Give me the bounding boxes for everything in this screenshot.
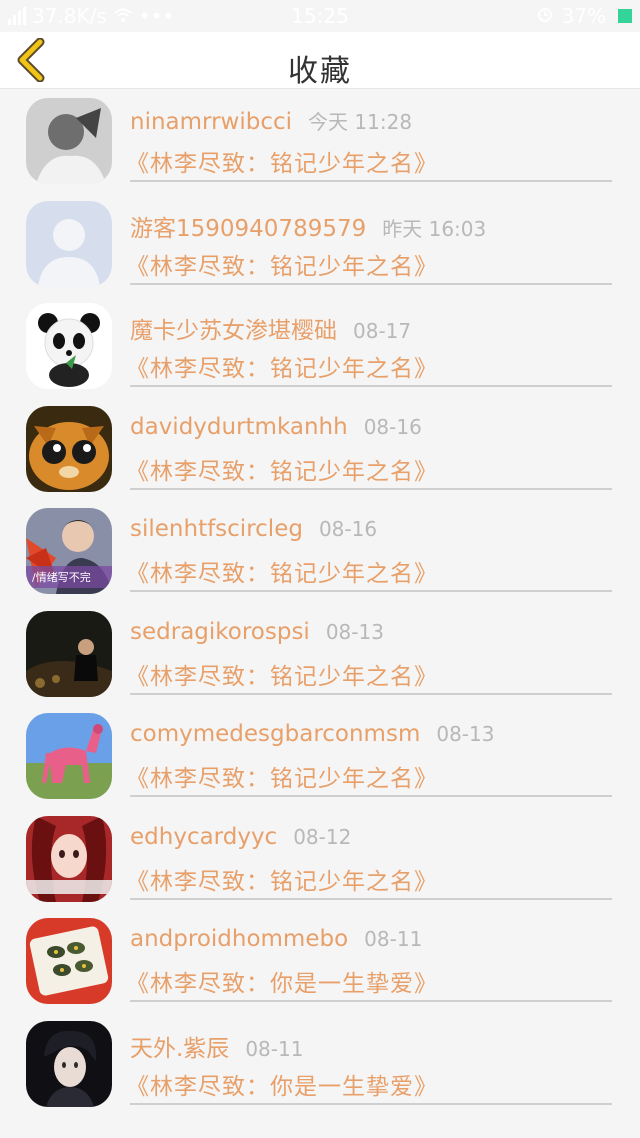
book-title[interactable]: 《林李尽致：铭记少年之名》 <box>126 452 438 486</box>
list-item[interactable]: sedragikorospsi 08-13 《林李尽致：铭记少年之名》 <box>0 609 640 712</box>
list-item[interactable]: edhycardyyc 08-12 《林李尽致：铭记少年之名》 <box>0 814 640 917</box>
book-title[interactable]: 《林李尽致：铭记少年之名》 <box>126 759 438 793</box>
avatar[interactable]: /情绪写不完 <box>26 508 112 594</box>
avatar[interactable] <box>26 98 112 184</box>
user-name[interactable]: 魔卡少苏女渗堪樱础 <box>130 311 337 345</box>
list-item[interactable]: andproidhommebo 08-11 《林李尽致：你是一生挚爱》 <box>0 916 640 1019</box>
user-name[interactable]: 天外.紫辰 <box>130 1029 229 1063</box>
divider <box>130 1102 612 1105</box>
book-title[interactable]: 《林李尽致：铭记少年之名》 <box>126 247 438 281</box>
favorite-time: 08-16 <box>363 414 422 439</box>
user-name[interactable]: comymedesgbarconmsm <box>130 721 420 747</box>
divider <box>130 897 612 900</box>
divider <box>130 487 612 490</box>
nav-bar: 收藏 <box>0 32 640 89</box>
avatar[interactable] <box>26 815 112 902</box>
avatar[interactable] <box>26 405 112 492</box>
avatar-caption: /情绪写不完 <box>32 570 91 584</box>
divider <box>130 795 612 797</box>
avatar[interactable] <box>26 1020 112 1107</box>
user-name[interactable]: edhycardyyc <box>130 824 277 850</box>
avatar[interactable] <box>26 610 112 697</box>
book-title[interactable]: 《林李尽致：铭记少年之名》 <box>126 144 438 178</box>
list-item[interactable]: 游客1590940789579 昨天 16:03 《林李尽致：铭记少年之名》 <box>0 199 640 302</box>
user-name[interactable]: andproidhommebo <box>130 926 348 952</box>
divider <box>130 385 612 387</box>
favorite-time: 昨天 16:03 <box>382 216 487 241</box>
list-item[interactable]: 天外.紫辰 08-11 《林李尽致：你是一生挚爱》 <box>0 1019 640 1122</box>
favorite-time: 08-13 <box>325 619 384 644</box>
list-item[interactable]: comymedesgbarconmsm 08-13 《林李尽致：铭记少年之名》 <box>0 711 640 814</box>
avatar[interactable] <box>26 918 112 1004</box>
status-bar: 37.8K/s ••• 15:25 37% <box>0 0 640 32</box>
battery-percent: 37% <box>561 4 606 28</box>
list-item[interactable]: /情绪写不完 silenhtfscircleg 08-16 《林李尽致：铭记少年… <box>0 506 640 609</box>
book-title[interactable]: 《林李尽致：你是一生挚爱》 <box>126 964 438 998</box>
divider <box>130 692 612 695</box>
avatar[interactable] <box>26 713 112 799</box>
favorite-time: 08-17 <box>353 319 412 343</box>
favorite-time: 08-13 <box>436 722 495 746</box>
list-item[interactable]: ninamrrwibcci 今天 11:28 《林李尽致：铭记少年之名》 <box>0 96 640 199</box>
divider <box>130 282 612 285</box>
book-title[interactable]: 《林李尽致：铭记少年之名》 <box>126 657 438 691</box>
favorite-time: 08-11 <box>364 927 423 951</box>
book-title[interactable]: 《林李尽致：你是一生挚爱》 <box>126 1067 438 1101</box>
favorite-time: 08-11 <box>245 1036 304 1061</box>
alarm-icon <box>536 4 554 28</box>
user-name[interactable]: davidydurtmkanhh <box>130 414 348 440</box>
user-name[interactable]: 游客1590940789579 <box>130 209 366 243</box>
battery-icon <box>618 9 632 23</box>
user-name[interactable]: ninamrrwibcci <box>130 109 292 135</box>
favorite-time: 今天 11:28 <box>308 110 413 134</box>
favorites-list: ninamrrwibcci 今天 11:28 《林李尽致：铭记少年之名》 游客1… <box>0 96 640 1121</box>
list-item[interactable]: 魔卡少苏女渗堪樱础 08-17 《林李尽致：铭记少年之名》 <box>0 301 640 404</box>
user-name[interactable]: silenhtfscircleg <box>130 516 303 542</box>
book-title[interactable]: 《林李尽致：铭记少年之名》 <box>126 554 438 588</box>
list-item[interactable]: davidydurtmkanhh 08-16 《林李尽致：铭记少年之名》 <box>0 404 640 507</box>
avatar[interactable] <box>26 200 112 287</box>
book-title[interactable]: 《林李尽致：铭记少年之名》 <box>126 862 438 896</box>
divider <box>130 590 612 592</box>
book-title[interactable]: 《林李尽致：铭记少年之名》 <box>126 349 438 383</box>
avatar[interactable] <box>26 303 112 389</box>
user-name[interactable]: sedragikorospsi <box>130 619 310 645</box>
divider <box>130 180 612 182</box>
divider <box>130 1000 612 1002</box>
page-title: 收藏 <box>288 54 352 89</box>
favorite-time: 08-12 <box>293 824 352 849</box>
favorite-time: 08-16 <box>318 517 378 541</box>
